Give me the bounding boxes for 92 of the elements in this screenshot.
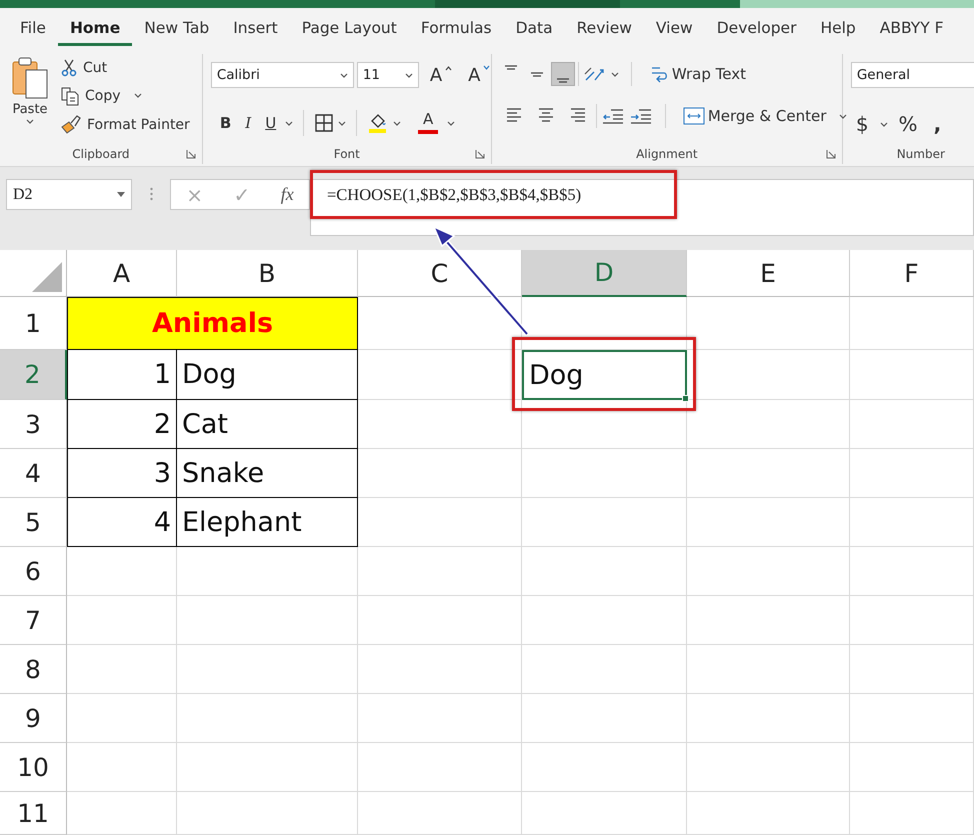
table-cell: Dog bbox=[522, 350, 687, 400]
caret-icon bbox=[610, 72, 619, 76]
caret-icon bbox=[338, 120, 346, 126]
table-cell: Elephant bbox=[177, 498, 358, 547]
wrap-text-button[interactable]: Wrap Text bbox=[644, 62, 751, 86]
ribbon-tab[interactable]: Formulas bbox=[408, 10, 504, 46]
row-header[interactable]: 5 bbox=[0, 498, 67, 547]
table-cell: Dog bbox=[177, 350, 358, 400]
number-format-button[interactable]: , bbox=[928, 110, 946, 138]
ribbon-tab[interactable]: Review bbox=[564, 10, 644, 46]
number-format-button[interactable]: % bbox=[894, 110, 923, 138]
row-header[interactable]: 8 bbox=[0, 645, 67, 694]
font-color-button[interactable]: A bbox=[413, 110, 444, 136]
row-header[interactable]: 11 bbox=[0, 792, 67, 835]
table-cell: Cat bbox=[177, 400, 358, 449]
copy-icon bbox=[60, 86, 80, 106]
caret-icon bbox=[134, 93, 142, 98]
row-header[interactable]: 9 bbox=[0, 694, 67, 743]
vertical-align-icon bbox=[556, 78, 569, 83]
ribbon-tab[interactable]: New Tab bbox=[132, 10, 222, 46]
caret-icon bbox=[285, 120, 294, 126]
scissors-icon bbox=[60, 58, 78, 77]
decrease-font-button[interactable]: A bbox=[463, 62, 496, 88]
ribbon-tab[interactable]: Page Layout bbox=[290, 10, 409, 46]
table-cell: 3 bbox=[67, 449, 177, 498]
ribbon-tab[interactable]: Insert bbox=[221, 10, 290, 46]
row-header[interactable]: 4 bbox=[0, 449, 67, 498]
caret-icon bbox=[880, 122, 888, 126]
dialog-launcher-icon[interactable] bbox=[474, 149, 485, 159]
vertical-align-icon bbox=[504, 65, 517, 70]
column-header[interactable]: E bbox=[687, 250, 850, 297]
caret-icon bbox=[26, 119, 34, 124]
clipboard-button[interactable]: Format Painter bbox=[58, 113, 192, 138]
table-cell: Snake bbox=[177, 449, 358, 498]
caret-icon bbox=[839, 114, 848, 118]
table-cell: 2 bbox=[67, 400, 177, 449]
italic-button[interactable]: I bbox=[240, 112, 256, 134]
dialog-launcher-icon[interactable] bbox=[826, 149, 836, 159]
group-label: Clipboard bbox=[71, 146, 131, 163]
name-box[interactable]: D2 bbox=[6, 179, 132, 210]
merge-center-button[interactable]: Merge & Center bbox=[678, 104, 852, 128]
ribbon-tab[interactable]: Help bbox=[808, 10, 868, 46]
caret-icon bbox=[117, 192, 125, 197]
paste-button[interactable]: Paste bbox=[6, 54, 54, 144]
number-format-button[interactable]: $ bbox=[850, 110, 874, 138]
vertical-align-icon bbox=[530, 72, 543, 76]
row-header[interactable]: 7 bbox=[0, 596, 67, 645]
caret-icon bbox=[404, 72, 413, 78]
row-header[interactable]: 6 bbox=[0, 547, 67, 596]
caret-icon bbox=[447, 120, 456, 126]
row-header[interactable]: 3 bbox=[0, 400, 67, 449]
underline-button[interactable]: U bbox=[260, 112, 282, 134]
ribbon-tab[interactable]: View bbox=[644, 10, 705, 46]
caret-icon bbox=[483, 64, 490, 70]
caret-icon bbox=[340, 72, 348, 78]
caret-icon bbox=[445, 64, 452, 70]
column-header[interactable]: A bbox=[67, 250, 177, 297]
vertical-align-button[interactable] bbox=[552, 63, 574, 85]
formula-field[interactable]: =CHOOSE(1,$B$2,$B$3,$B$4,$B$5) bbox=[310, 179, 974, 236]
borders-icon[interactable] bbox=[314, 113, 334, 133]
column-header[interactable]: F bbox=[850, 250, 974, 297]
clipboard-button[interactable]: Copy bbox=[58, 84, 192, 108]
table-cell: 1 bbox=[67, 350, 177, 400]
dialog-launcher-icon[interactable] bbox=[186, 149, 196, 159]
group-label: Font bbox=[332, 146, 361, 163]
insert-function-button[interactable]: fx bbox=[274, 184, 300, 205]
number-format-field[interactable]: General bbox=[850, 62, 974, 88]
ribbon-tab[interactable]: File bbox=[8, 10, 58, 46]
bold-button[interactable]: B bbox=[214, 112, 236, 134]
merge-icon bbox=[682, 106, 705, 126]
ribbon-tab[interactable]: Data bbox=[504, 10, 565, 46]
caret-icon bbox=[393, 120, 402, 126]
grip-icon bbox=[150, 187, 152, 201]
row-header[interactable]: 10 bbox=[0, 743, 67, 792]
table-cell: Animals bbox=[67, 297, 358, 350]
group-label: Alignment bbox=[635, 146, 699, 163]
corner-triangle-icon bbox=[32, 262, 62, 292]
brush-icon bbox=[60, 115, 82, 136]
table-cell: 4 bbox=[67, 498, 177, 547]
font-name-field[interactable]: Calibri bbox=[210, 62, 354, 88]
column-header[interactable]: C bbox=[358, 250, 522, 297]
clipboard-icon bbox=[10, 56, 50, 100]
clipboard-button[interactable]: Cut bbox=[58, 56, 192, 79]
group-label: Number bbox=[896, 146, 946, 163]
column-header[interactable]: D bbox=[522, 250, 687, 297]
row-header[interactable]: 2 bbox=[0, 350, 67, 400]
ribbon-tab[interactable]: Developer bbox=[704, 10, 808, 46]
column-header[interactable]: B bbox=[177, 250, 358, 297]
row-header[interactable]: 1 bbox=[0, 297, 67, 350]
ribbon-tab[interactable]: ABBYY F bbox=[868, 10, 956, 46]
increase-font-button[interactable]: A bbox=[424, 62, 458, 88]
font-size-field[interactable]: 11 bbox=[356, 62, 419, 88]
